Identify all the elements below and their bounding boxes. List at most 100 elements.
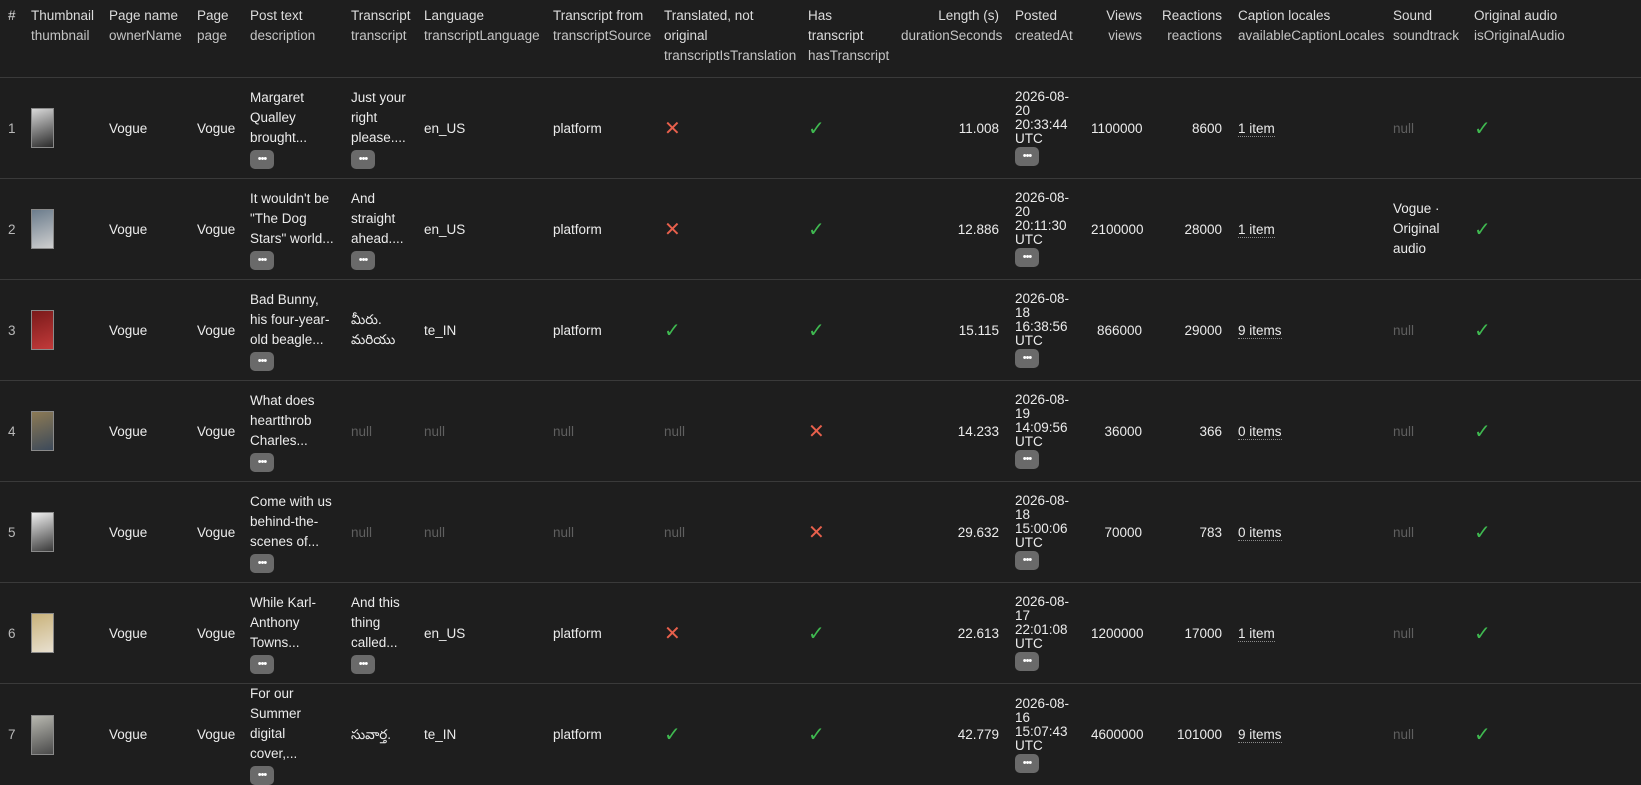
- column-header-availableCaptionLocales[interactable]: Caption localesavailableCaptionLocales: [1230, 0, 1385, 78]
- text-line: UTC: [1015, 132, 1075, 146]
- cross-icon: ✕: [664, 623, 681, 645]
- cell-has-transcript: ✓: [800, 684, 893, 785]
- text-line: For our: [250, 684, 335, 704]
- table-row[interactable]: 4VogueVogueWhat doesheartthrobCharles...…: [0, 381, 1641, 482]
- column-header-description[interactable]: Post textdescription: [242, 0, 343, 78]
- column-label: Has transcript: [808, 6, 885, 46]
- ellipsis-icon[interactable]: •••: [1015, 147, 1039, 166]
- column-header-reactions[interactable]: Reactionsreactions: [1150, 0, 1230, 78]
- table-row[interactable]: 3VogueVogueBad Bunny,his four-year-old b…: [0, 280, 1641, 381]
- thumbnail-image[interactable]: [31, 512, 54, 552]
- thumbnail-image[interactable]: [31, 310, 54, 350]
- column-header-soundtrack[interactable]: Soundsoundtrack: [1385, 0, 1466, 78]
- caption-locales-link[interactable]: 1 item: [1238, 222, 1275, 238]
- ellipsis-icon[interactable]: •••: [1015, 349, 1039, 368]
- ellipsis-icon[interactable]: •••: [1015, 551, 1039, 570]
- ellipsis-icon[interactable]: •••: [250, 766, 274, 785]
- cell-is-translation: null: [656, 482, 800, 583]
- ellipsis-icon[interactable]: •••: [250, 554, 274, 573]
- cell-thumbnail[interactable]: [23, 381, 101, 482]
- cell-views: 36000: [1083, 381, 1150, 482]
- duration-seconds: 15.115: [959, 323, 999, 338]
- column-header-transcriptLanguage[interactable]: LanguagetranscriptLanguage: [416, 0, 545, 78]
- thumbnail-image[interactable]: [31, 108, 54, 148]
- ellipsis-icon[interactable]: •••: [250, 453, 274, 472]
- cell-transcript-source: platform: [545, 179, 656, 280]
- check-icon: ✓: [808, 623, 825, 645]
- ellipsis-icon[interactable]: •••: [351, 150, 375, 169]
- cell-thumbnail[interactable]: [23, 78, 101, 179]
- column-header-views[interactable]: Viewsviews: [1083, 0, 1150, 78]
- column-label: Page name: [109, 6, 181, 26]
- text-line: UTC: [1015, 334, 1075, 348]
- ellipsis-icon[interactable]: •••: [1015, 450, 1039, 469]
- ellipsis-icon[interactable]: •••: [1015, 248, 1039, 267]
- column-label: Page: [197, 6, 234, 26]
- cell-caption-locales[interactable]: 9 items: [1230, 280, 1385, 381]
- column-header-transcriptIsTranslation[interactable]: Translated, not originaltranscriptIsTran…: [656, 0, 800, 78]
- cell-has-transcript: ✕: [800, 482, 893, 583]
- row-index: 6: [0, 583, 23, 684]
- column-header-isOriginalAudio[interactable]: Original audioisOriginalAudio: [1466, 0, 1641, 78]
- thumbnail-image[interactable]: [31, 715, 54, 755]
- thumbnail-image[interactable]: [31, 613, 54, 653]
- cell-created-at: 2026-08-1914:09:56UTC•••: [1007, 381, 1083, 482]
- caption-locales-link[interactable]: 1 item: [1238, 626, 1275, 642]
- cell-language: null: [416, 381, 545, 482]
- caption-locales-link[interactable]: 9 items: [1238, 323, 1282, 339]
- ellipsis-icon[interactable]: •••: [351, 251, 375, 270]
- cell-caption-locales[interactable]: 0 items: [1230, 482, 1385, 583]
- cell-caption-locales[interactable]: 1 item: [1230, 179, 1385, 280]
- cell-is-translation: ✓: [656, 684, 800, 785]
- ellipsis-icon[interactable]: •••: [250, 251, 274, 270]
- cell-thumbnail[interactable]: [23, 179, 101, 280]
- column-header-ownerName[interactable]: Page nameownerName: [101, 0, 189, 78]
- ellipsis-icon[interactable]: •••: [351, 655, 375, 674]
- column-header-hasTranscript[interactable]: Has transcripthasTranscript: [800, 0, 893, 78]
- cell-caption-locales[interactable]: 0 items: [1230, 381, 1385, 482]
- column-header-createdAt[interactable]: PostedcreatedAt: [1007, 0, 1083, 78]
- cell-description: While Karl-AnthonyTowns...•••: [242, 583, 343, 684]
- cell-reactions: 28000: [1150, 179, 1230, 280]
- ellipsis-icon[interactable]: •••: [250, 150, 274, 169]
- cell-soundtrack: null: [1385, 684, 1466, 785]
- cell-caption-locales[interactable]: 9 items: [1230, 684, 1385, 785]
- cell-language: null: [416, 482, 545, 583]
- column-header-thumbnail[interactable]: Thumbnailthumbnail: [23, 0, 101, 78]
- text-line: 20:11:30: [1015, 219, 1075, 233]
- table-row[interactable]: 7VogueVogueFor ourSummerdigital cover,..…: [0, 684, 1641, 785]
- caption-locales-link[interactable]: 0 items: [1238, 424, 1282, 440]
- cell-thumbnail[interactable]: [23, 684, 101, 785]
- ellipsis-icon[interactable]: •••: [250, 655, 274, 674]
- table-row[interactable]: 5VogueVogueCome with usbehind-the-scenes…: [0, 482, 1641, 583]
- cell-caption-locales[interactable]: 1 item: [1230, 583, 1385, 684]
- column-header-index[interactable]: #: [0, 0, 23, 78]
- thumbnail-image[interactable]: [31, 411, 54, 451]
- text-line: 20:33:44: [1015, 118, 1075, 132]
- column-header-transcript[interactable]: Transcripttranscript: [343, 0, 416, 78]
- table-row[interactable]: 6VogueVogueWhile Karl-AnthonyTowns...•••…: [0, 583, 1641, 684]
- transcript-source: platform: [553, 727, 602, 742]
- caption-locales-link[interactable]: 9 items: [1238, 727, 1282, 743]
- caption-locales-link[interactable]: 1 item: [1238, 121, 1275, 137]
- column-label: Original audio: [1474, 6, 1633, 26]
- cell-thumbnail[interactable]: [23, 482, 101, 583]
- cell-thumbnail[interactable]: [23, 583, 101, 684]
- thumbnail-image[interactable]: [31, 209, 54, 249]
- cell-is-translation: null: [656, 381, 800, 482]
- column-api-name: hasTranscript: [808, 46, 885, 66]
- cell-original-audio: ✓: [1466, 381, 1641, 482]
- column-header-page[interactable]: Pagepage: [189, 0, 242, 78]
- table-row[interactable]: 2VogueVogueIt wouldn't be"The DogStars" …: [0, 179, 1641, 280]
- ellipsis-icon[interactable]: •••: [1015, 754, 1039, 773]
- ellipsis-icon[interactable]: •••: [250, 352, 274, 371]
- text-line: మీరు.: [351, 310, 408, 330]
- column-header-durationSeconds[interactable]: Length (s)durationSeconds: [893, 0, 1007, 78]
- cell-reactions: 17000: [1150, 583, 1230, 684]
- cell-thumbnail[interactable]: [23, 280, 101, 381]
- cell-caption-locales[interactable]: 1 item: [1230, 78, 1385, 179]
- caption-locales-link[interactable]: 0 items: [1238, 525, 1282, 541]
- table-row[interactable]: 1VogueVogueMargaretQualleybrought...•••J…: [0, 78, 1641, 179]
- column-header-transcriptSource[interactable]: Transcript fromtranscriptSource: [545, 0, 656, 78]
- ellipsis-icon[interactable]: •••: [1015, 652, 1039, 671]
